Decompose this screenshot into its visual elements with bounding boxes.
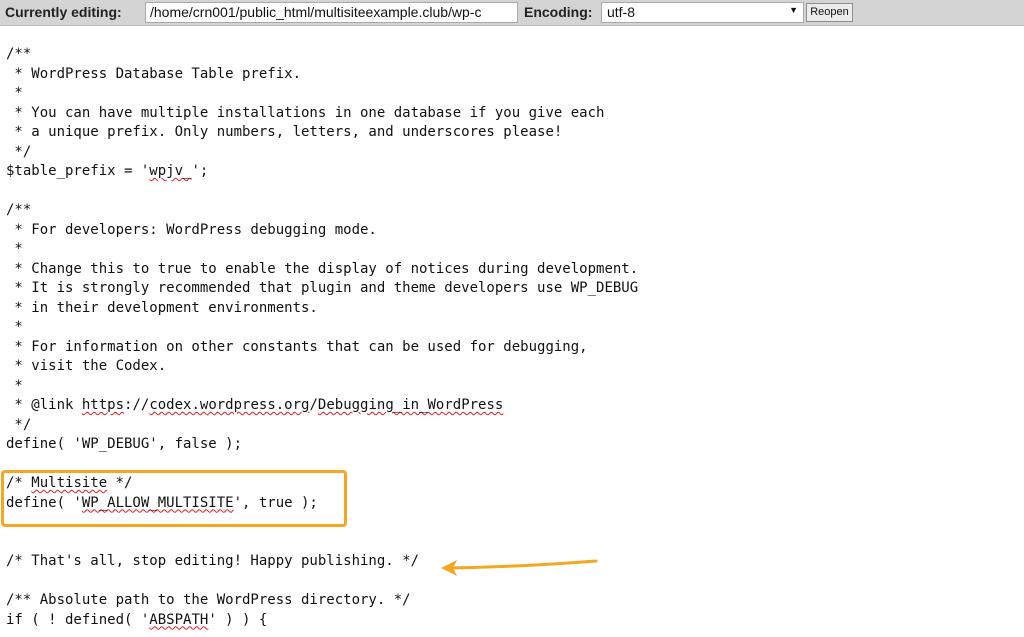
code-line: * visit the Codex. xyxy=(6,358,167,374)
code-line: * For information on other constants tha… xyxy=(6,338,588,355)
encoding-value: utf-8 xyxy=(607,4,636,20)
code-line: * a unique prefix. Only numbers, letters… xyxy=(6,124,563,140)
reopen-button[interactable]: Reopen xyxy=(806,3,853,22)
code-line: * @link https://codex.wordpress.org/Debu… xyxy=(6,397,504,413)
encoding-select[interactable]: utf-8 ▼ xyxy=(601,2,804,23)
annotation-arrow-icon xyxy=(441,559,598,576)
spellcheck-word: Debugging_in_WordPress xyxy=(317,397,504,413)
code-line: * xyxy=(6,85,23,101)
code-line: define( 'WP_DEBUG', false ); xyxy=(6,436,243,452)
code-line: * It is strongly recommended that plugin… xyxy=(6,280,639,296)
encoding-label: Encoding: xyxy=(524,4,593,20)
code-line: * xyxy=(6,377,23,394)
code-line: if ( ! defined( 'ABSPATH' ) ) { xyxy=(6,611,268,628)
code-line: $table_prefix = 'wpjv_'; xyxy=(6,163,209,179)
code-line: * xyxy=(6,319,23,335)
code-line: * Change this to true to enable the disp… xyxy=(6,260,639,277)
code-line: */ xyxy=(6,416,32,433)
code-line: * For developers: WordPress debugging mo… xyxy=(6,221,377,238)
spellcheck-word: ABSPATH xyxy=(149,611,209,628)
code-line: * You can have multiple installations in… xyxy=(6,104,605,121)
spellcheck-word: codex.wordpress.org xyxy=(149,397,310,413)
code-line: */ xyxy=(6,143,32,160)
code-line: /** Absolute path to the WordPress direc… xyxy=(6,592,411,608)
spellcheck-word: wpjv_ xyxy=(149,163,192,179)
file-path-input[interactable]: /home/crn001/public_html/multisiteexampl… xyxy=(145,2,518,23)
code-line: ​ xyxy=(6,533,638,553)
code-line: /** xyxy=(6,202,32,218)
code-line: ​ xyxy=(6,182,638,202)
code-line: * xyxy=(6,241,23,257)
code-editor[interactable]: /** * WordPress Database Table prefix. *… xyxy=(6,45,638,630)
dropdown-arrow-icon: ▼ xyxy=(789,5,798,15)
code-line: * WordPress Database Table prefix. xyxy=(6,65,302,82)
code-line: * in their development environments. xyxy=(6,299,318,316)
code-line: /** xyxy=(6,46,32,62)
multisite-highlight-box xyxy=(1,470,347,527)
currently-editing-label: Currently editing: xyxy=(5,4,122,20)
spellcheck-word: https xyxy=(81,397,125,413)
editor-toolbar: Currently editing: /home/crn001/public_h… xyxy=(0,0,1024,26)
